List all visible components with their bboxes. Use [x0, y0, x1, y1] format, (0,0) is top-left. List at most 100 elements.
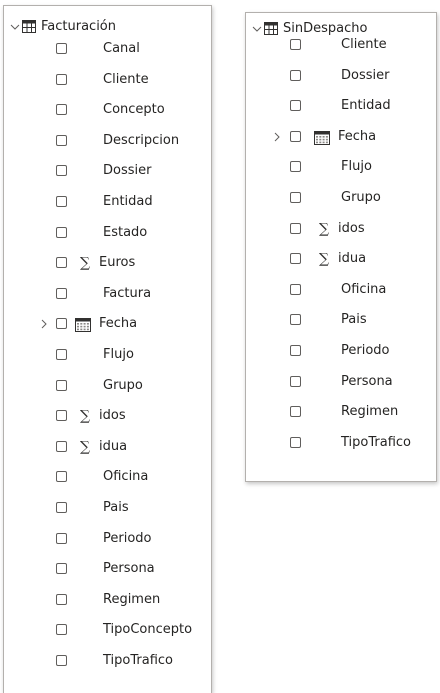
sigma-icon: ∑ [80, 439, 90, 455]
field-label: Regimen [341, 404, 399, 419]
field-item-tipotrafico[interactable]: TipoTrafico [246, 428, 436, 458]
field-checkbox[interactable] [290, 161, 301, 172]
field-label: Persona [341, 374, 393, 389]
field-checkbox[interactable] [290, 376, 301, 387]
field-item-fecha[interactable]: Fecha [4, 309, 211, 339]
field-checkbox[interactable] [56, 257, 67, 268]
field-item-cliente[interactable]: Cliente [246, 30, 436, 60]
fields-pane-sindespacho: SinDespacho Cliente Dossier Entidad Fecha Flu… [245, 12, 437, 482]
field-checkbox[interactable] [56, 594, 67, 605]
field-item-persona[interactable]: Persona [4, 554, 211, 584]
field-item-flujo[interactable]: Flujo [246, 152, 436, 182]
field-item-tipotrafico[interactable]: TipoTrafico [4, 646, 211, 676]
field-item-oficina[interactable]: Oficina [246, 275, 436, 305]
field-item-idos[interactable]: ∑ idos [4, 401, 211, 431]
field-checkbox[interactable] [56, 563, 67, 574]
field-checkbox[interactable] [290, 437, 301, 448]
field-checkbox[interactable] [56, 502, 67, 513]
field-item-dossier[interactable]: Dossier [246, 61, 436, 91]
field-item-persona[interactable]: Persona [246, 367, 436, 397]
field-label: idos [99, 408, 126, 423]
field-checkbox[interactable] [290, 314, 301, 325]
field-checkbox[interactable] [290, 131, 301, 142]
field-item-regimen[interactable]: Regimen [4, 585, 211, 615]
field-item-euros[interactable]: ∑ Euros [4, 248, 211, 278]
field-checkbox[interactable] [56, 104, 67, 115]
field-label: idos [338, 221, 365, 236]
fields-pane-facturacion: Facturación Canal Cliente Concepto Descripci… [3, 5, 212, 693]
field-label: Dossier [103, 163, 152, 178]
field-label: Fecha [338, 129, 377, 144]
field-label: Oficina [341, 282, 387, 297]
field-checkbox[interactable] [56, 165, 67, 176]
field-checkbox[interactable] [290, 223, 301, 234]
field-label: Factura [103, 286, 152, 301]
field-checkbox[interactable] [56, 624, 67, 635]
field-checkbox[interactable] [290, 100, 301, 111]
field-item-idos[interactable]: ∑ idos [246, 214, 436, 244]
chevron-right-icon[interactable] [38, 309, 50, 339]
sigma-icon: ∑ [319, 221, 329, 237]
field-item-periodo[interactable]: Periodo [4, 524, 211, 554]
field-checkbox[interactable] [290, 192, 301, 203]
field-item-oficina[interactable]: Oficina [4, 462, 211, 492]
field-item-factura[interactable]: Factura [4, 279, 211, 309]
field-label: Regimen [103, 592, 161, 607]
field-item-cliente[interactable]: Cliente [4, 65, 211, 95]
field-item-flujo[interactable]: Flujo [4, 340, 211, 370]
field-label: Concepto [103, 102, 165, 117]
field-item-canal[interactable]: Canal [4, 34, 211, 64]
field-checkbox[interactable] [290, 345, 301, 356]
field-item-regimen[interactable]: Regimen [246, 397, 436, 427]
field-checkbox[interactable] [56, 43, 67, 54]
field-checkbox[interactable] [56, 135, 67, 146]
field-label: idua [99, 439, 128, 454]
field-item-descripcion[interactable]: Descripcion [4, 126, 211, 156]
field-label: Pais [103, 500, 129, 515]
field-item-estado[interactable]: Estado [4, 218, 211, 248]
field-checkbox[interactable] [290, 39, 301, 50]
field-label: TipoTrafico [341, 435, 411, 450]
field-label: Flujo [341, 159, 372, 174]
field-checkbox[interactable] [290, 406, 301, 417]
field-checkbox[interactable] [56, 410, 67, 421]
calendar-icon [314, 129, 330, 145]
field-item-fecha[interactable]: Fecha [246, 122, 436, 152]
field-label: Dossier [341, 68, 390, 83]
field-checkbox[interactable] [56, 318, 67, 329]
field-checkbox[interactable] [290, 284, 301, 295]
field-label: Cliente [103, 72, 149, 87]
field-label: Estado [103, 225, 148, 240]
field-item-dossier[interactable]: Dossier [4, 156, 211, 186]
field-checkbox[interactable] [56, 288, 67, 299]
field-item-entidad[interactable]: Entidad [4, 187, 211, 217]
chevron-right-icon[interactable] [271, 122, 283, 152]
field-item-tipoconcepto[interactable]: TipoConcepto [4, 615, 211, 645]
field-item-grupo[interactable]: Grupo [4, 371, 211, 401]
field-checkbox[interactable] [56, 227, 67, 238]
field-checkbox[interactable] [56, 533, 67, 544]
field-item-concepto[interactable]: Concepto [4, 95, 211, 125]
field-checkbox[interactable] [56, 471, 67, 482]
field-checkbox[interactable] [56, 349, 67, 360]
field-item-pais[interactable]: Pais [246, 305, 436, 335]
sigma-icon: ∑ [80, 408, 90, 424]
field-checkbox[interactable] [56, 441, 67, 452]
field-label: Pais [341, 312, 367, 327]
field-label: Cliente [341, 37, 387, 52]
field-label: Periodo [341, 343, 390, 358]
field-checkbox[interactable] [56, 655, 67, 666]
field-checkbox[interactable] [56, 196, 67, 207]
field-checkbox[interactable] [56, 380, 67, 391]
field-item-pais[interactable]: Pais [4, 493, 211, 523]
field-checkbox[interactable] [290, 70, 301, 81]
field-item-grupo[interactable]: Grupo [246, 183, 436, 213]
field-label: Grupo [103, 378, 143, 393]
field-checkbox[interactable] [56, 74, 67, 85]
field-item-periodo[interactable]: Periodo [246, 336, 436, 366]
field-item-idua[interactable]: ∑ idua [4, 432, 211, 462]
field-label: Flujo [103, 347, 134, 362]
field-item-idua[interactable]: ∑ idua [246, 244, 436, 274]
field-checkbox[interactable] [290, 253, 301, 264]
field-item-entidad[interactable]: Entidad [246, 91, 436, 121]
